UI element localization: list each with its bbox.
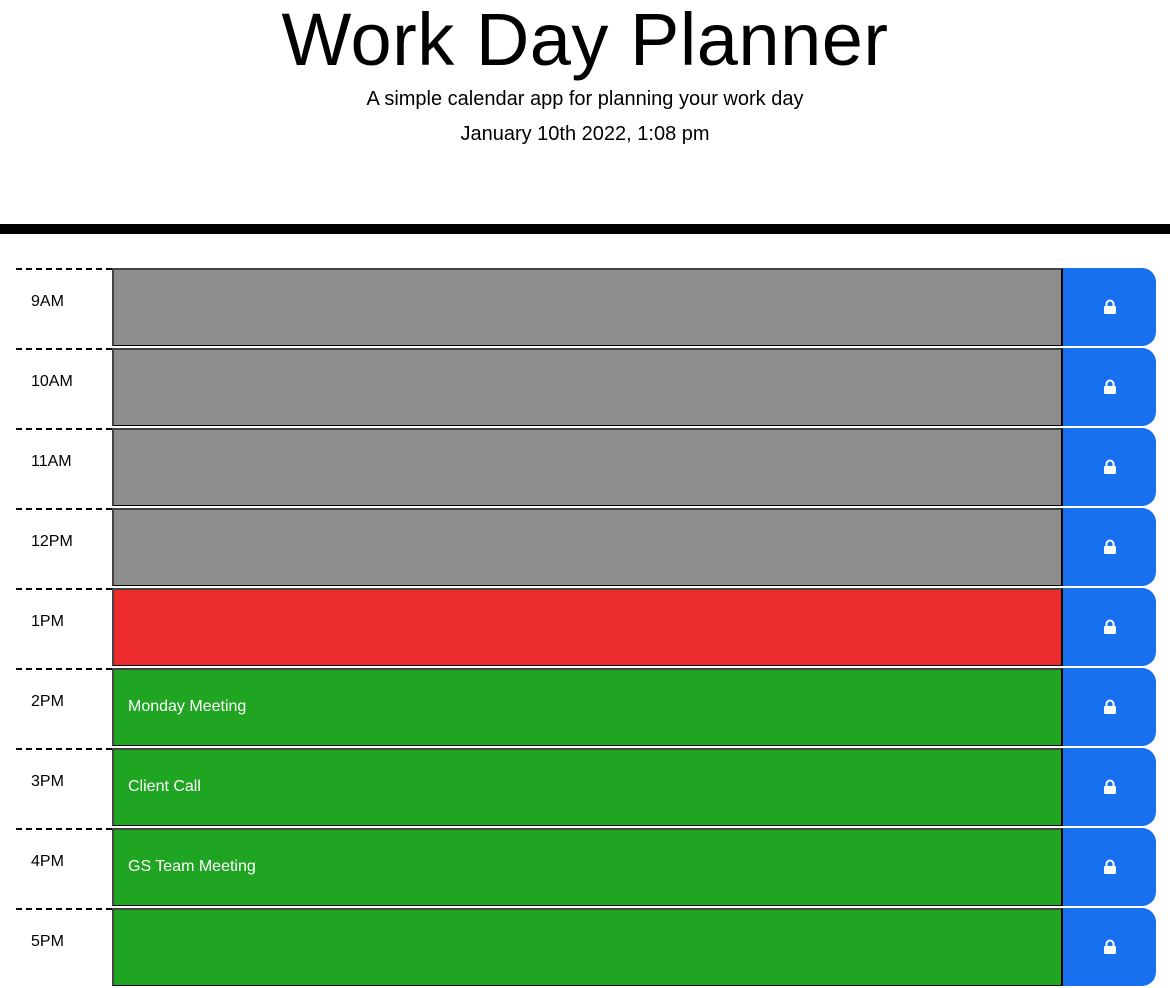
time-block-9am: 9AM xyxy=(16,268,1156,348)
save-button[interactable] xyxy=(1063,268,1156,346)
time-block-12pm: 12PM xyxy=(16,508,1156,588)
save-button[interactable] xyxy=(1063,428,1156,506)
hour-label: 5PM xyxy=(16,908,112,987)
header-divider xyxy=(0,224,1170,234)
lock-icon xyxy=(1103,539,1117,555)
save-button[interactable] xyxy=(1063,668,1156,746)
time-block-1pm: 1PM xyxy=(16,588,1156,668)
hour-label: 12PM xyxy=(16,508,112,587)
lock-icon xyxy=(1103,699,1117,715)
current-date: January 10th 2022, 1:08 pm xyxy=(460,123,710,145)
hour-label: 9AM xyxy=(16,268,112,347)
hour-label: 3PM xyxy=(16,748,112,827)
lock-icon xyxy=(1103,619,1117,635)
save-button[interactable] xyxy=(1063,908,1156,986)
lock-icon xyxy=(1103,859,1117,875)
save-button[interactable] xyxy=(1063,828,1156,906)
save-button[interactable] xyxy=(1063,348,1156,426)
save-button[interactable] xyxy=(1063,748,1156,826)
save-button[interactable] xyxy=(1063,588,1156,666)
description-textarea[interactable] xyxy=(112,588,1063,666)
description-textarea[interactable]: Client Call xyxy=(112,748,1063,826)
description-textarea[interactable] xyxy=(112,508,1063,586)
description-textarea[interactable] xyxy=(112,268,1063,346)
time-block-4pm: 4PM GS Team Meeting xyxy=(16,828,1156,908)
hour-label: 10AM xyxy=(16,348,112,427)
hour-label: 4PM xyxy=(16,828,112,907)
description-textarea[interactable]: GS Team Meeting xyxy=(112,828,1063,906)
time-block-2pm: 2PM Monday Meeting xyxy=(16,668,1156,748)
description-textarea[interactable] xyxy=(112,908,1063,986)
time-block-5pm: 5PM xyxy=(16,908,1156,988)
planner-container: 9AM 10AM 11AM 12PM 1PM 2PM Monday Meetin… xyxy=(16,268,1156,988)
time-block-3pm: 3PM Client Call xyxy=(16,748,1156,828)
hour-label: 1PM xyxy=(16,588,112,667)
page-subtitle: A simple calendar app for planning your … xyxy=(366,88,804,110)
page-header: Work Day Planner A simple calendar app f… xyxy=(0,0,1170,224)
save-button[interactable] xyxy=(1063,508,1156,586)
description-textarea[interactable] xyxy=(112,428,1063,506)
lock-icon xyxy=(1103,299,1117,315)
lock-icon xyxy=(1103,779,1117,795)
hour-label: 2PM xyxy=(16,668,112,747)
page-title: Work Day Planner xyxy=(281,0,889,81)
lock-icon xyxy=(1103,459,1117,475)
description-textarea[interactable] xyxy=(112,348,1063,426)
lock-icon xyxy=(1103,379,1117,395)
time-block-10am: 10AM xyxy=(16,348,1156,428)
time-block-11am: 11AM xyxy=(16,428,1156,508)
description-textarea[interactable]: Monday Meeting xyxy=(112,668,1063,746)
lock-icon xyxy=(1103,939,1117,955)
hour-label: 11AM xyxy=(16,428,112,507)
